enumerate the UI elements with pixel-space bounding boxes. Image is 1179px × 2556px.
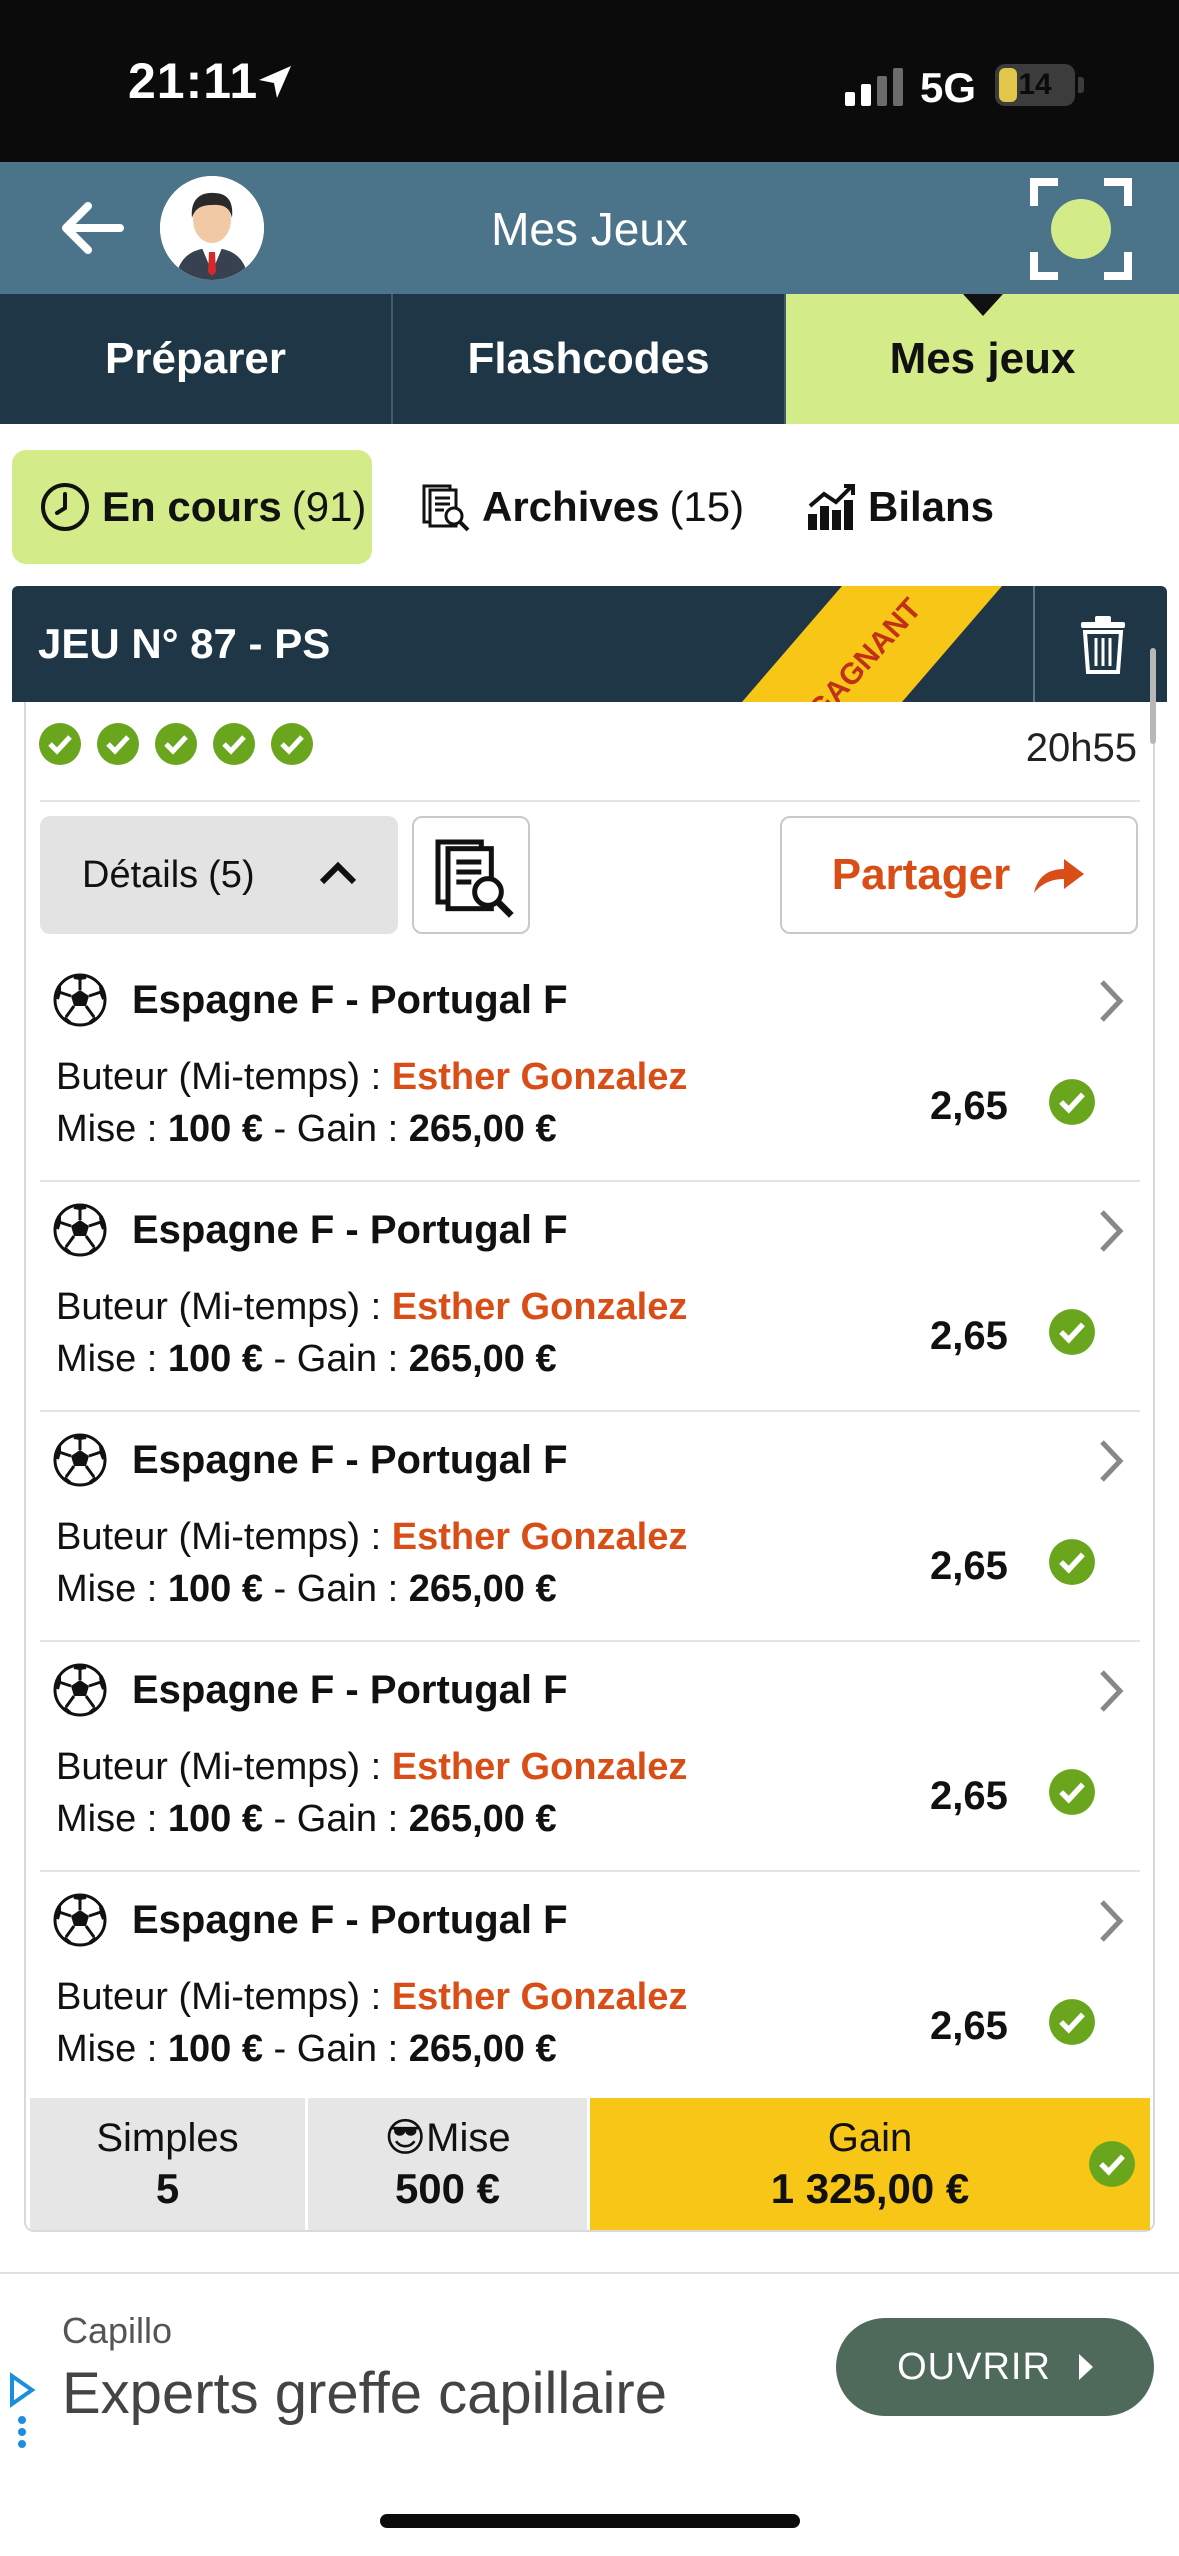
check-circle-icon xyxy=(1049,1539,1095,1585)
bet-row[interactable]: Espagne F - Portugal F Buteur (Mi-temps)… xyxy=(40,1412,1140,1642)
result-indicators xyxy=(38,722,314,766)
soccer-ball-icon xyxy=(53,1433,107,1487)
bet-stake-gain: Mise : 100 € - Gain : 265,00 € xyxy=(56,1568,557,1610)
check-circle-icon xyxy=(1049,1309,1095,1355)
match-name: Espagne F - Portugal F xyxy=(132,1208,568,1252)
trash-icon xyxy=(1081,616,1125,674)
view-ticket-button[interactable] xyxy=(412,816,530,934)
bet-stake-gain: Mise : 100 € - Gain : 265,00 € xyxy=(56,1108,557,1150)
tab-flashcodes[interactable]: Flashcodes xyxy=(393,294,786,424)
ad-open-button[interactable]: OUVRIR xyxy=(836,2318,1154,2416)
bet-odds: 2,65 xyxy=(930,1774,1008,1818)
bet-selection: Buteur (Mi-temps) : Esther Gonzalez xyxy=(56,1056,688,1098)
bet-odds: 2,65 xyxy=(930,1544,1008,1588)
check-circle-icon xyxy=(1049,1769,1095,1815)
bet-stake-gain: Mise : 100 € - Gain : 265,00 € xyxy=(56,1338,557,1380)
bet-stake-gain: Mise : 100 € - Gain : 265,00 € xyxy=(56,1798,557,1840)
totals-bar: Simples 5 😎Mise 500 € Gain 1 325,00 € xyxy=(30,2098,1150,2230)
chevron-right-icon xyxy=(1100,1440,1124,1482)
active-tab-caret xyxy=(962,294,1003,316)
check-circle-icon xyxy=(1049,1079,1095,1125)
bet-odds: 2,65 xyxy=(930,1084,1008,1128)
totals-stake: 😎Mise 500 € xyxy=(308,2098,590,2230)
status-time: 21:11 xyxy=(128,53,259,109)
check-circle-icon xyxy=(1049,1999,1095,2045)
match-name: Espagne F - Portugal F xyxy=(132,1668,568,1712)
bet-row[interactable]: Espagne F - Portugal F Buteur (Mi-temps)… xyxy=(40,952,1140,1182)
subtab-archives[interactable]: Archives (15) xyxy=(418,450,744,564)
subtab-bilans[interactable]: Bilans xyxy=(804,450,994,564)
tab-preparer[interactable]: Préparer xyxy=(0,294,393,424)
chevron-up-icon xyxy=(319,861,357,885)
game-time: 20h55 xyxy=(1025,726,1137,770)
match-name: Espagne F - Portugal F xyxy=(132,978,568,1022)
check-circle-icon xyxy=(39,723,81,765)
delete-button[interactable] xyxy=(1033,586,1167,702)
home-indicator[interactable] xyxy=(380,2514,800,2528)
chevron-right-icon xyxy=(1100,1900,1124,1942)
document-search-icon xyxy=(435,839,514,918)
tab-mes-jeux-label: Mes jeux xyxy=(889,334,1076,383)
scan-code-icon[interactable] xyxy=(1030,178,1132,280)
winner-ribbon: GAGNANT xyxy=(742,586,1002,702)
ad-banner[interactable]: Capillo Experts greffe capillaire OUVRIR xyxy=(0,2272,1179,2448)
archive-search-icon xyxy=(422,484,470,532)
share-button[interactable]: Partager xyxy=(780,816,1138,934)
check-circle-icon xyxy=(213,723,255,765)
bet-row[interactable]: Espagne F - Portugal F Buteur (Mi-temps)… xyxy=(40,1642,1140,1872)
check-circle-icon xyxy=(155,723,197,765)
chevron-right-icon xyxy=(1100,1210,1124,1252)
player-name: Esther Gonzalez xyxy=(391,1286,688,1328)
ad-headline: Experts greffe capillaire xyxy=(62,2361,668,2426)
play-arrow-icon xyxy=(1078,2354,1093,2380)
bet-odds: 2,65 xyxy=(930,1314,1008,1358)
player-name: Esther Gonzalez xyxy=(391,1746,688,1788)
player-name: Esther Gonzalez xyxy=(391,1516,688,1558)
battery-level: 14 xyxy=(1018,68,1052,101)
bet-odds: 2,65 xyxy=(930,2004,1008,2048)
details-toggle-button[interactable]: Détails (5) xyxy=(40,816,398,934)
tab-mes-jeux[interactable]: Mes jeux xyxy=(786,294,1179,424)
check-circle-icon xyxy=(271,723,313,765)
bet-selection: Buteur (Mi-temps) : Esther Gonzalez xyxy=(56,1976,688,2018)
network-type: 5G xyxy=(920,64,977,111)
page-title: Mes Jeux xyxy=(491,203,688,255)
location-arrow-icon xyxy=(259,66,291,98)
status-bar: 21:11 5G 14 xyxy=(0,0,1179,162)
match-name: Espagne F - Portugal F xyxy=(132,1438,568,1482)
check-circle-icon xyxy=(97,723,139,765)
share-arrow-icon xyxy=(1034,859,1085,893)
soccer-ball-icon xyxy=(53,1203,107,1257)
check-circle-icon xyxy=(1089,2141,1135,2187)
soccer-ball-icon xyxy=(53,973,107,1027)
scrollbar[interactable] xyxy=(1150,648,1156,744)
game-card-header: JEU N° 87 - PS GAGNANT xyxy=(12,586,1167,702)
totals-gain: Gain 1 325,00 € xyxy=(590,2098,1150,2230)
bet-selection: Buteur (Mi-temps) : Esther Gonzalez xyxy=(56,1746,688,1788)
ad-brand: Capillo xyxy=(62,2310,173,2351)
ad-choices-icon[interactable] xyxy=(8,2370,38,2450)
match-name: Espagne F - Portugal F xyxy=(132,1898,568,1942)
cellular-signal-icon xyxy=(845,66,903,106)
sub-tabs: En cours (91) Archives (15) Bilans xyxy=(0,424,1179,586)
chevron-right-icon xyxy=(1100,980,1124,1022)
bet-row[interactable]: Espagne F - Portugal F Buteur (Mi-temps)… xyxy=(40,1182,1140,1412)
subtab-en-cours[interactable]: En cours (91) xyxy=(12,450,372,564)
battery-icon: 14 xyxy=(995,64,1075,106)
bet-stake-gain: Mise : 100 € - Gain : 265,00 € xyxy=(56,2028,557,2070)
bet-selection: Buteur (Mi-temps) : Esther Gonzalez xyxy=(56,1286,688,1328)
player-name: Esther Gonzalez xyxy=(391,1056,688,1098)
soccer-ball-icon xyxy=(53,1663,107,1717)
clock-icon xyxy=(41,483,89,531)
main-tabs: Préparer Flashcodes Mes jeux xyxy=(0,294,1179,424)
bet-selection: Buteur (Mi-temps) : Esther Gonzalez xyxy=(56,1516,688,1558)
totals-simples: Simples 5 xyxy=(30,2098,308,2230)
bet-row[interactable]: Espagne F - Portugal F Buteur (Mi-temps)… xyxy=(40,1872,1140,2102)
soccer-ball-icon xyxy=(53,1893,107,1947)
chevron-right-icon xyxy=(1100,1670,1124,1712)
player-name: Esther Gonzalez xyxy=(391,1976,688,2018)
app-header: Mes Jeux xyxy=(0,162,1179,294)
bar-chart-icon xyxy=(808,484,855,530)
